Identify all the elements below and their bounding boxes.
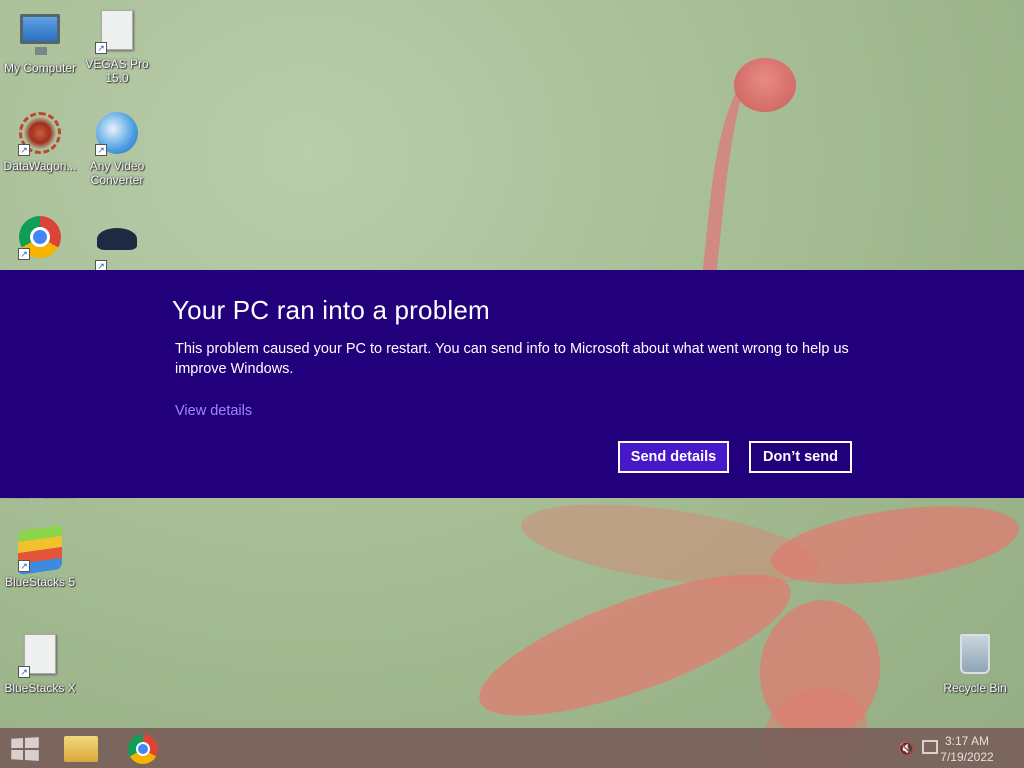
- clock-time: 3:17 AM: [944, 734, 990, 748]
- app-hat-icon: [97, 228, 137, 250]
- send-details-button[interactable]: Send details: [618, 441, 729, 473]
- error-dialog: Your PC ran into a problem This problem …: [0, 270, 1024, 498]
- chrome-icon[interactable]: [128, 734, 158, 764]
- desktop-icon-any-video-converter[interactable]: ↗ Any Video Converter: [77, 112, 157, 187]
- dont-send-button[interactable]: Don’t send: [749, 441, 852, 473]
- desktop-icon-label: BlueStacks 5: [4, 575, 76, 589]
- computer-icon: [20, 14, 60, 55]
- shortcut-arrow-icon: ↗: [18, 560, 30, 572]
- desktop-icon-label: My Computer: [3, 61, 77, 75]
- shortcut-arrow-icon: ↗: [18, 144, 30, 156]
- desktop-icon-vegas-pro[interactable]: ↗ VEGAS Pro 15.0: [77, 8, 157, 85]
- desktop-icon-bluestacks-x[interactable]: ↗ BlueStacks X: [0, 632, 80, 695]
- shortcut-arrow-icon: ↗: [18, 248, 30, 260]
- volume-muted-icon[interactable]: 🔇: [898, 742, 914, 757]
- flower-petal: [766, 492, 1024, 598]
- shortcut-arrow-icon: ↗: [95, 42, 107, 54]
- desktop-icon-bluestacks-5[interactable]: ↗ BlueStacks 5: [0, 524, 80, 589]
- desktop-icon-label: VEGAS Pro 15.0: [85, 57, 149, 85]
- desktop-icon-datawagon[interactable]: ↗ DataWagon...: [0, 112, 80, 173]
- shortcut-arrow-icon: ↗: [18, 666, 30, 678]
- clock-date: 7/19/2022: [940, 750, 994, 764]
- error-title: Your PC ran into a problem: [172, 295, 490, 325]
- desktop-icon-my-computer[interactable]: My Computer: [0, 8, 80, 75]
- desktop-icon-app[interactable]: ↗: [77, 216, 157, 275]
- desktop-icon-label: DataWagon...: [3, 159, 77, 173]
- desktop-icon-chrome[interactable]: ↗: [0, 216, 80, 263]
- file-explorer-icon[interactable]: [64, 736, 98, 762]
- desktop-icon-label: BlueStacks X: [4, 681, 76, 695]
- recycle-bin-icon: [960, 634, 990, 674]
- clock[interactable]: 3:17 AM 7/19/2022: [932, 733, 1002, 765]
- taskbar: 🔇 3:17 AM 7/19/2022: [0, 728, 1024, 768]
- view-details-link[interactable]: View details: [175, 403, 252, 419]
- flower-bud: [734, 58, 796, 112]
- start-icon[interactable]: [11, 737, 39, 761]
- error-message: This problem caused your PC to restart. …: [175, 341, 849, 377]
- desktop-icon-label: Recycle Bin: [943, 681, 1007, 695]
- shortcut-arrow-icon: ↗: [95, 144, 107, 156]
- desktop-icon-recycle-bin[interactable]: Recycle Bin: [935, 632, 1015, 695]
- desktop-icon-label: Any Video Converter: [89, 159, 145, 187]
